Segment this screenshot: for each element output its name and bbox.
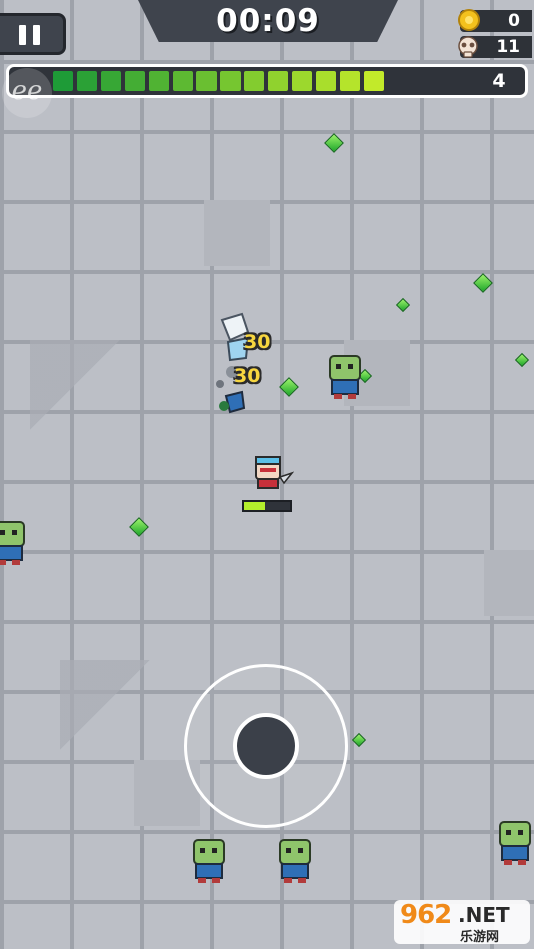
xp-segment [172, 71, 193, 91]
floor-tile [204, 200, 270, 266]
xp-segment [100, 71, 122, 91]
zombie-enemy [329, 355, 361, 399]
xp-fill [53, 71, 483, 91]
top-hud: 00:09 0 11 [0, 0, 534, 58]
coin-icon [458, 9, 480, 31]
skull-icon [458, 36, 478, 58]
watermark-number: 962 [400, 900, 452, 930]
watermark-chinese: 乐游网 [460, 930, 500, 945]
pause-button[interactable] [0, 13, 66, 55]
zombie-enemy [193, 839, 225, 883]
xp-segment [268, 71, 289, 91]
xp-segment [124, 71, 145, 91]
player-health-bar [242, 500, 292, 512]
xp-segment [196, 71, 217, 91]
floor-crack [60, 660, 150, 750]
floor-tile [484, 550, 534, 616]
damage-number: 30 [244, 331, 271, 353]
timer: 00:09 [216, 3, 320, 39]
kill-count: 11 [496, 37, 520, 57]
coin-counter: 0 [458, 9, 532, 32]
floor-crack [30, 340, 120, 430]
kill-counter: 11 [458, 36, 532, 58]
xp-segment [315, 71, 337, 91]
xp-segment [339, 71, 361, 91]
zombie-enemy [279, 839, 311, 883]
xp-bar: 4 [6, 64, 528, 98]
zombie-enemy [499, 821, 531, 865]
site-watermark: 962 .NET 乐游网 [394, 900, 530, 945]
hero-icon [255, 456, 294, 489]
joystick-knob[interactable] [233, 713, 299, 779]
ee-logo: ee [2, 68, 52, 118]
xp-segment [148, 71, 169, 91]
watermark-suffix: .NET [458, 903, 510, 927]
xp-segment [244, 71, 265, 91]
xp-segment [220, 71, 241, 91]
zombie-enemy [0, 521, 25, 565]
damage-number: 30 [234, 365, 261, 387]
xp-segment [363, 71, 384, 91]
level-indicator: 4 [492, 70, 506, 92]
xp-segment [76, 71, 98, 91]
coin-count: 0 [508, 11, 520, 31]
xp-segment [53, 71, 74, 91]
xp-segment [292, 71, 313, 91]
